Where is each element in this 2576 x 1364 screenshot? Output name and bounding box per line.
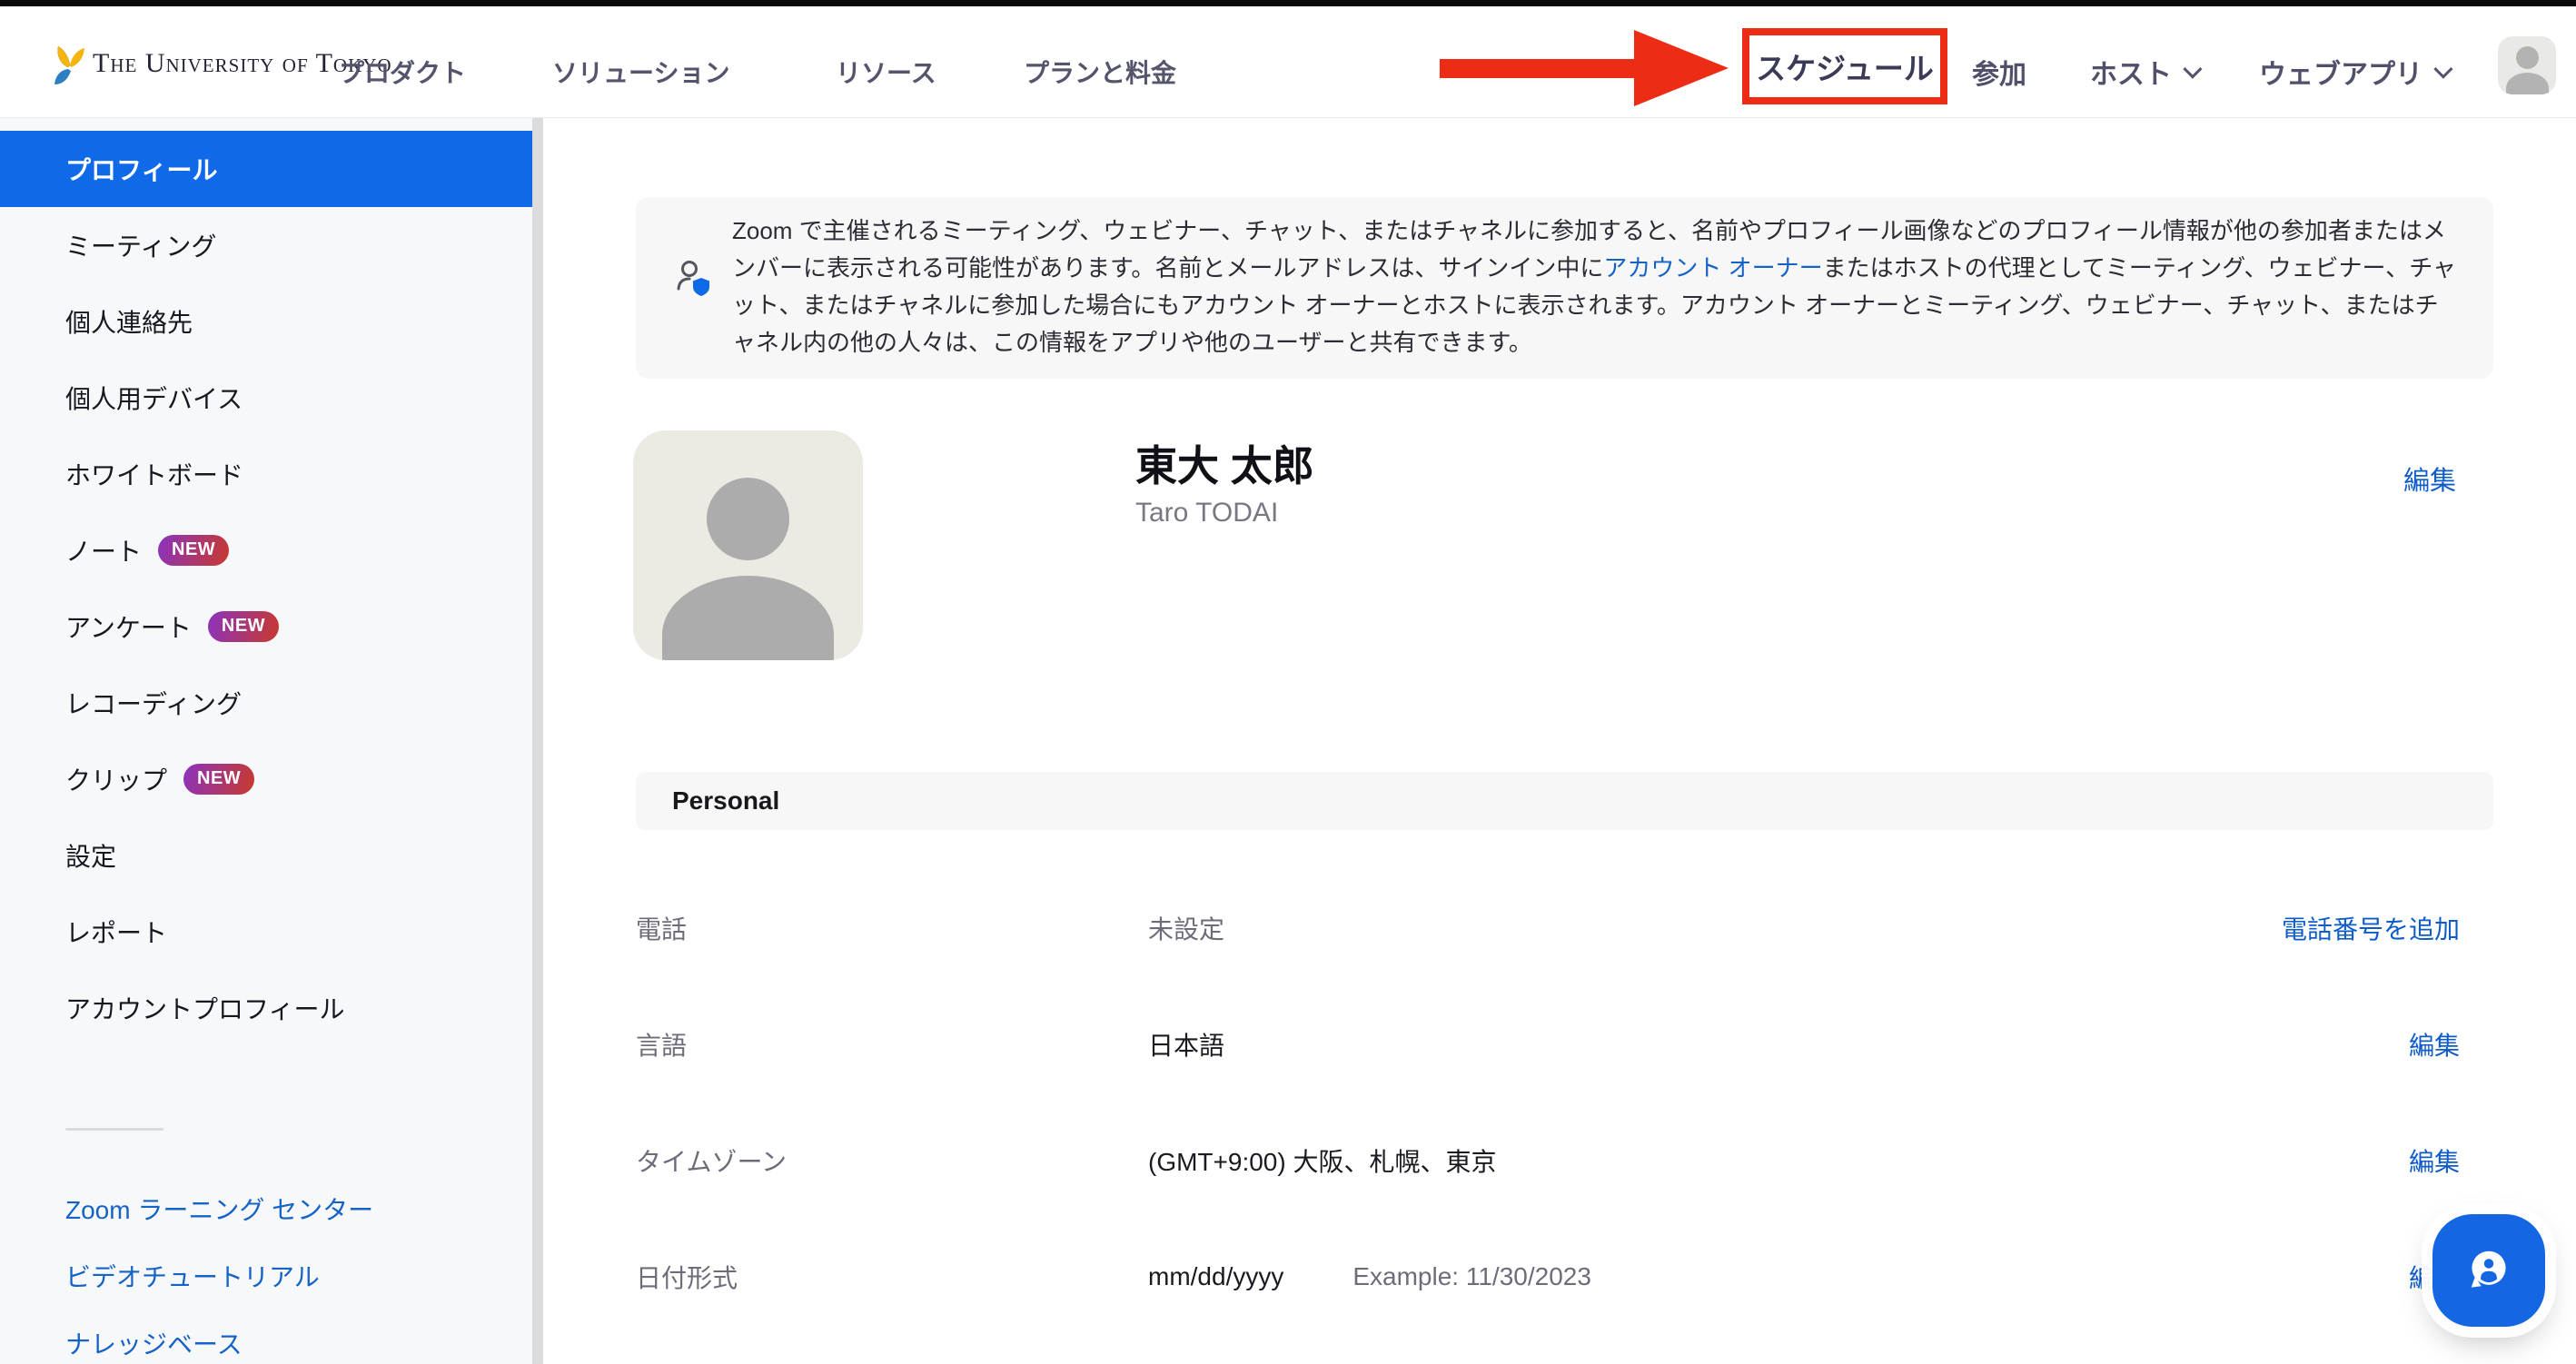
sidebar-item-clips[interactable]: クリップ NEW [0,741,532,817]
main-content: Zoom で主催されるミーティング、ウェビナー、チャット、またはチャネルに参加す… [543,118,2576,1364]
host-menu-label: ホスト [2090,52,2172,92]
help-chat-button[interactable] [2432,1214,2545,1327]
top-black-strip [0,0,2576,6]
profile-silhouette-head [707,478,789,560]
account-owner-link[interactable]: アカウント オーナー [1603,254,1822,282]
account-avatar[interactable] [2498,36,2556,94]
schedule-highlight-box: スケジュール [1742,28,1947,104]
sidebar-item-label: クリップ [65,761,167,797]
link-video-tutorials[interactable]: ビデオチュートリアル [0,1242,532,1310]
new-badge: NEW [208,611,279,642]
row-value: mm/dd/yyyy [1148,1262,1283,1291]
sidebar-divider [65,1128,163,1131]
date-format-example: Example: 11/30/2023 [1352,1262,1591,1291]
help-chat-icon [2459,1240,2519,1300]
row-value: 未設定 [1148,910,1224,946]
personal-rows: 電話 未設定 電話番号を追加 言語 日本語 編集 タイムゾーン (GMT+9:0… [636,870,2493,1335]
nav-products[interactable]: プロダクト [339,54,466,90]
profile-display-name: 東大 太郎 [1135,433,1314,493]
top-navigation-bar: The University of Tokyo プロダクト ソリューション リソ… [0,6,2576,118]
sidebar-item-label: アンケート [65,608,192,645]
sidebar-item-personal-contacts[interactable]: 個人連絡先 [0,283,532,360]
row-label: タイムゾーン [636,1142,1148,1179]
new-badge: NEW [183,764,254,795]
profile-latin-name: Taro TODAI [1135,498,1278,529]
privacy-notice-text: Zoom で主催されるミーティング、ウェビナー、チャット、またはチャネルに参加す… [732,213,2457,361]
sidebar-scrollbar[interactable] [532,118,543,1364]
person-shield-icon [676,259,716,307]
row-label: 電話 [636,910,1148,946]
avatar-silhouette-body [2506,73,2549,94]
personal-section-header: Personal [636,772,2493,830]
webapp-menu-label: ウェブアプリ [2259,52,2422,92]
annotation-arrow-icon [1440,26,1732,114]
nav-solutions[interactable]: ソリューション [552,54,729,90]
new-badge: NEW [158,535,229,566]
sidebar-item-label: ノート [65,532,142,568]
zoom-profile-page: The University of Tokyo プロダクト ソリューション リソ… [0,0,2576,1364]
sidebar-item-account-profile[interactable]: アカウントプロフィール [0,970,532,1046]
row-value: 日本語 [1148,1026,1224,1063]
row-label: 日付形式 [636,1259,1148,1295]
profile-picture[interactable] [633,430,863,660]
avatar-silhouette-head [2516,46,2539,69]
ginkgo-leaf-icon [51,43,87,88]
sidebar-item-surveys[interactable]: アンケート NEW [0,588,532,665]
chevron-down-icon [2433,59,2452,78]
nav-plans-pricing[interactable]: プランと料金 [1024,54,1176,90]
add-phone-number-link[interactable]: 電話番号を追加 [2282,910,2460,946]
sidebar-item-notes[interactable]: ノート NEW [0,512,532,588]
table-row-timezone: タイムゾーン (GMT+9:00) 大阪、札幌、東京 編集 [636,1102,2493,1219]
sidebar-item-reports[interactable]: レポート [0,894,532,970]
profile-silhouette-body [662,576,834,660]
nav-resources[interactable]: リソース [836,54,936,90]
sidebar-item-personal-devices[interactable]: 個人用デバイス [0,360,532,436]
sidebar-item-profile[interactable]: プロフィール [0,131,532,207]
sidebar: プロフィール ミーティング 個人連絡先 個人用デバイス ホワイトボード ノート … [0,118,532,1364]
privacy-notice-box: Zoom で主催されるミーティング、ウェビナー、チャット、またはチャネルに参加す… [636,197,2493,379]
edit-language-link[interactable]: 編集 [2409,1026,2460,1063]
sidebar-menu: プロフィール ミーティング 個人連絡先 個人用デバイス ホワイトボード ノート … [0,131,532,1046]
row-value: (GMT+9:00) 大阪、札幌、東京 [1148,1142,1496,1179]
edit-timezone-link[interactable]: 編集 [2409,1142,2460,1179]
link-zoom-learning-center[interactable]: Zoom ラーニング センター [0,1175,532,1242]
profile-edit-link[interactable]: 編集 [2403,460,2456,498]
join-button[interactable]: 参加 [1972,52,2026,92]
schedule-button[interactable]: スケジュール [1756,44,1934,88]
table-row-date-format: 日付形式 mm/dd/yyyy Example: 11/30/2023 編集 [636,1219,2493,1335]
sidebar-item-whiteboard[interactable]: ホワイトボード [0,436,532,512]
webapp-menu[interactable]: ウェブアプリ [2259,52,2449,92]
table-row-phone: 電話 未設定 電話番号を追加 [636,870,2493,986]
table-row-language: 言語 日本語 編集 [636,986,2493,1102]
chevron-down-icon [2183,59,2202,78]
host-menu[interactable]: ホスト [2090,52,2198,92]
sidebar-footer-links: Zoom ラーニング センター ビデオチュートリアル ナレッジベース [0,1175,532,1364]
link-knowledge-base[interactable]: ナレッジベース [0,1310,532,1364]
row-label: 言語 [636,1026,1148,1063]
sidebar-item-recordings[interactable]: レコーディング [0,665,532,741]
sidebar-item-settings[interactable]: 設定 [0,817,532,894]
personal-section-title: Personal [672,786,779,815]
sidebar-item-meetings[interactable]: ミーティング [0,207,532,283]
utokyo-logo[interactable] [51,43,87,88]
